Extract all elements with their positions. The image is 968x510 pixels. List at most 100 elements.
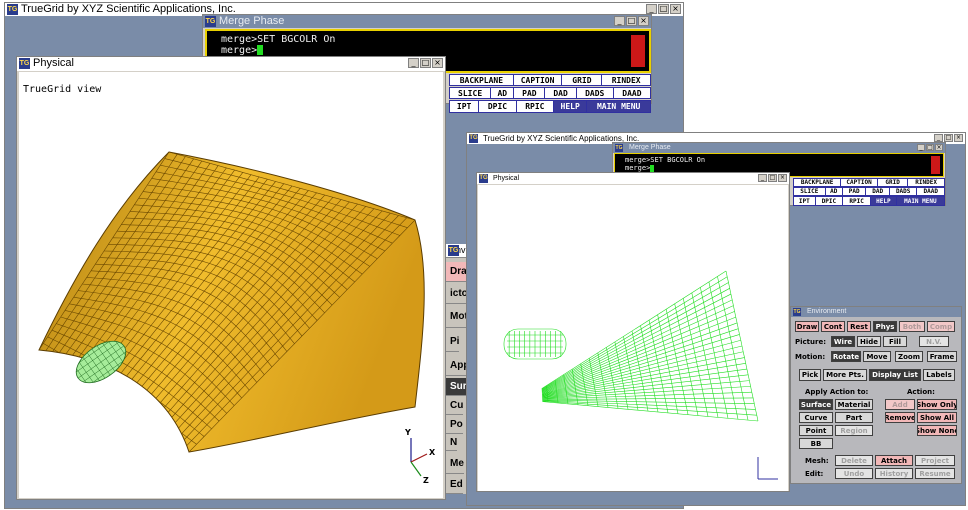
env-stub-curve[interactable]: Cu xyxy=(446,397,464,415)
grid-button[interactable]: GRID xyxy=(877,179,908,186)
nv-button[interactable]: N.V. xyxy=(919,336,949,347)
env-stub-pick[interactable]: Pi xyxy=(446,332,460,352)
environment-title-bar[interactable]: TG Environment xyxy=(791,307,961,317)
close-icon[interactable]: × xyxy=(638,16,649,26)
wireframe-viewport[interactable] xyxy=(478,185,788,491)
maximize-icon[interactable]: □ xyxy=(626,16,637,26)
maximize-icon[interactable]: □ xyxy=(420,58,431,68)
fill-button[interactable]: Fill xyxy=(883,336,907,347)
project-button[interactable]: Project xyxy=(915,455,955,466)
merge-title-bar[interactable]: TG Merge Phase _ □ × xyxy=(203,15,651,28)
help-button[interactable]: HELP xyxy=(871,197,896,205)
close-icon[interactable]: × xyxy=(778,174,787,182)
grid-button[interactable]: GRID xyxy=(562,75,602,85)
dads-button[interactable]: DADS xyxy=(889,188,917,195)
close-icon[interactable]: × xyxy=(670,4,681,14)
second-merge-title-bar[interactable]: TG Merge Phase _ □ × xyxy=(613,143,945,153)
ad-button[interactable]: AD xyxy=(825,188,842,195)
dads-button[interactable]: DADS xyxy=(576,88,613,98)
show-none-button[interactable]: Show None xyxy=(917,425,957,436)
minimize-icon[interactable]: _ xyxy=(934,134,943,142)
dpic-button[interactable]: DPIC xyxy=(815,197,843,205)
rest-button[interactable]: Rest xyxy=(847,321,871,332)
both-button[interactable]: Both xyxy=(899,321,925,332)
delete-button[interactable]: Delete xyxy=(835,455,873,466)
minimize-icon[interactable]: _ xyxy=(646,4,657,14)
draw-button[interactable]: Draw xyxy=(795,321,819,332)
hide-button[interactable]: Hide xyxy=(857,336,881,347)
more-pts-button[interactable]: More Pts. xyxy=(823,369,867,381)
cont-button[interactable]: Cont xyxy=(821,321,845,332)
physical-viewport[interactable]: TrueGrid view Y X Z xyxy=(19,72,443,498)
backplane-button[interactable]: BACKPLANE xyxy=(450,75,513,85)
remove-button[interactable]: Remove xyxy=(885,412,915,423)
resume-button[interactable]: Resume xyxy=(915,468,955,479)
interrupt-stop-icon[interactable] xyxy=(931,156,940,174)
rpic-button[interactable]: RPIC xyxy=(843,197,871,205)
minimize-icon[interactable]: _ xyxy=(917,144,925,151)
minimize-icon[interactable]: _ xyxy=(408,58,419,68)
move-button[interactable]: Move xyxy=(863,351,891,362)
bb-button[interactable]: BB xyxy=(799,438,833,449)
attach-button[interactable]: Attach xyxy=(875,455,913,466)
dad-button[interactable]: DAD xyxy=(866,188,889,195)
surface-button[interactable]: Surface xyxy=(799,399,833,410)
show-only-button[interactable]: Show Only xyxy=(917,399,957,410)
maximize-icon[interactable]: □ xyxy=(658,4,669,14)
pad-button[interactable]: PAD xyxy=(514,88,545,98)
slice-button[interactable]: SLICE xyxy=(794,188,825,195)
wire-button[interactable]: Wire xyxy=(831,336,855,347)
caption-button[interactable]: CAPTION xyxy=(513,75,562,85)
rindex-button[interactable]: RINDEX xyxy=(908,179,944,186)
daad-button[interactable]: DAAD xyxy=(917,188,944,195)
dad-button[interactable]: DAD xyxy=(545,88,576,98)
minimize-icon[interactable]: _ xyxy=(614,16,625,26)
minimize-icon[interactable]: _ xyxy=(758,174,767,182)
main-menu-button[interactable]: MAIN MENU xyxy=(587,101,650,112)
slice-button[interactable]: SLICE xyxy=(450,88,491,98)
rotate-button[interactable]: Rotate xyxy=(831,351,861,362)
undo-button[interactable]: Undo xyxy=(835,468,873,479)
region-button[interactable]: Region xyxy=(835,425,873,436)
pick-button[interactable]: Pick xyxy=(799,369,821,381)
frame-button[interactable]: Frame xyxy=(927,351,957,362)
show-all-button[interactable]: Show All xyxy=(917,412,957,423)
caption-button[interactable]: CAPTION xyxy=(841,179,877,186)
help-button[interactable]: HELP xyxy=(554,101,587,112)
pad-button[interactable]: PAD xyxy=(842,188,866,195)
dpic-button[interactable]: DPIC xyxy=(479,101,516,112)
add-button[interactable]: Add xyxy=(885,399,915,410)
curve-button[interactable]: Curve xyxy=(799,412,833,423)
environment-body: Draw Cont Rest Phys Both Comp Picture: W… xyxy=(791,317,961,483)
material-button[interactable]: Material xyxy=(835,399,873,410)
part-button[interactable]: Part xyxy=(835,412,873,423)
rindex-button[interactable]: RINDEX xyxy=(602,75,650,85)
maximize-icon[interactable]: □ xyxy=(944,134,953,142)
physical-title-bar[interactable]: TG Physical _ □ × xyxy=(17,57,445,71)
daad-button[interactable]: DAAD xyxy=(613,88,650,98)
second-physical-title-bar[interactable]: TG Physical _ □ × xyxy=(477,173,789,184)
labels-button[interactable]: Labels xyxy=(923,369,955,381)
backplane-button[interactable]: BACKPLANE xyxy=(794,179,841,186)
ipt-button[interactable]: IPT xyxy=(450,101,479,112)
maximize-icon[interactable]: □ xyxy=(768,174,777,182)
close-icon[interactable]: × xyxy=(954,134,963,142)
point-button[interactable]: Point xyxy=(799,425,833,436)
ipt-button[interactable]: IPT xyxy=(794,197,815,205)
env-stub-surface[interactable]: Sur xyxy=(446,378,467,396)
rpic-button[interactable]: RPIC xyxy=(516,101,554,112)
env-stub-point[interactable]: Po xyxy=(446,416,463,434)
phys-button[interactable]: Phys xyxy=(873,321,897,332)
close-icon[interactable]: × xyxy=(432,58,443,68)
env-stub-draw[interactable]: Dra xyxy=(446,262,467,282)
env-stub-bb[interactable]: N xyxy=(446,435,458,451)
maximize-icon[interactable]: □ xyxy=(926,144,934,151)
ad-button[interactable]: AD xyxy=(491,88,514,98)
interrupt-stop-icon[interactable] xyxy=(631,35,645,67)
display-list-button[interactable]: Display List xyxy=(869,369,921,381)
comp-button[interactable]: Comp xyxy=(927,321,955,332)
close-icon[interactable]: × xyxy=(935,144,943,151)
main-menu-button[interactable]: MAIN MENU xyxy=(896,197,944,205)
zoom-button[interactable]: Zoom xyxy=(895,351,923,362)
history-button[interactable]: History xyxy=(875,468,913,479)
